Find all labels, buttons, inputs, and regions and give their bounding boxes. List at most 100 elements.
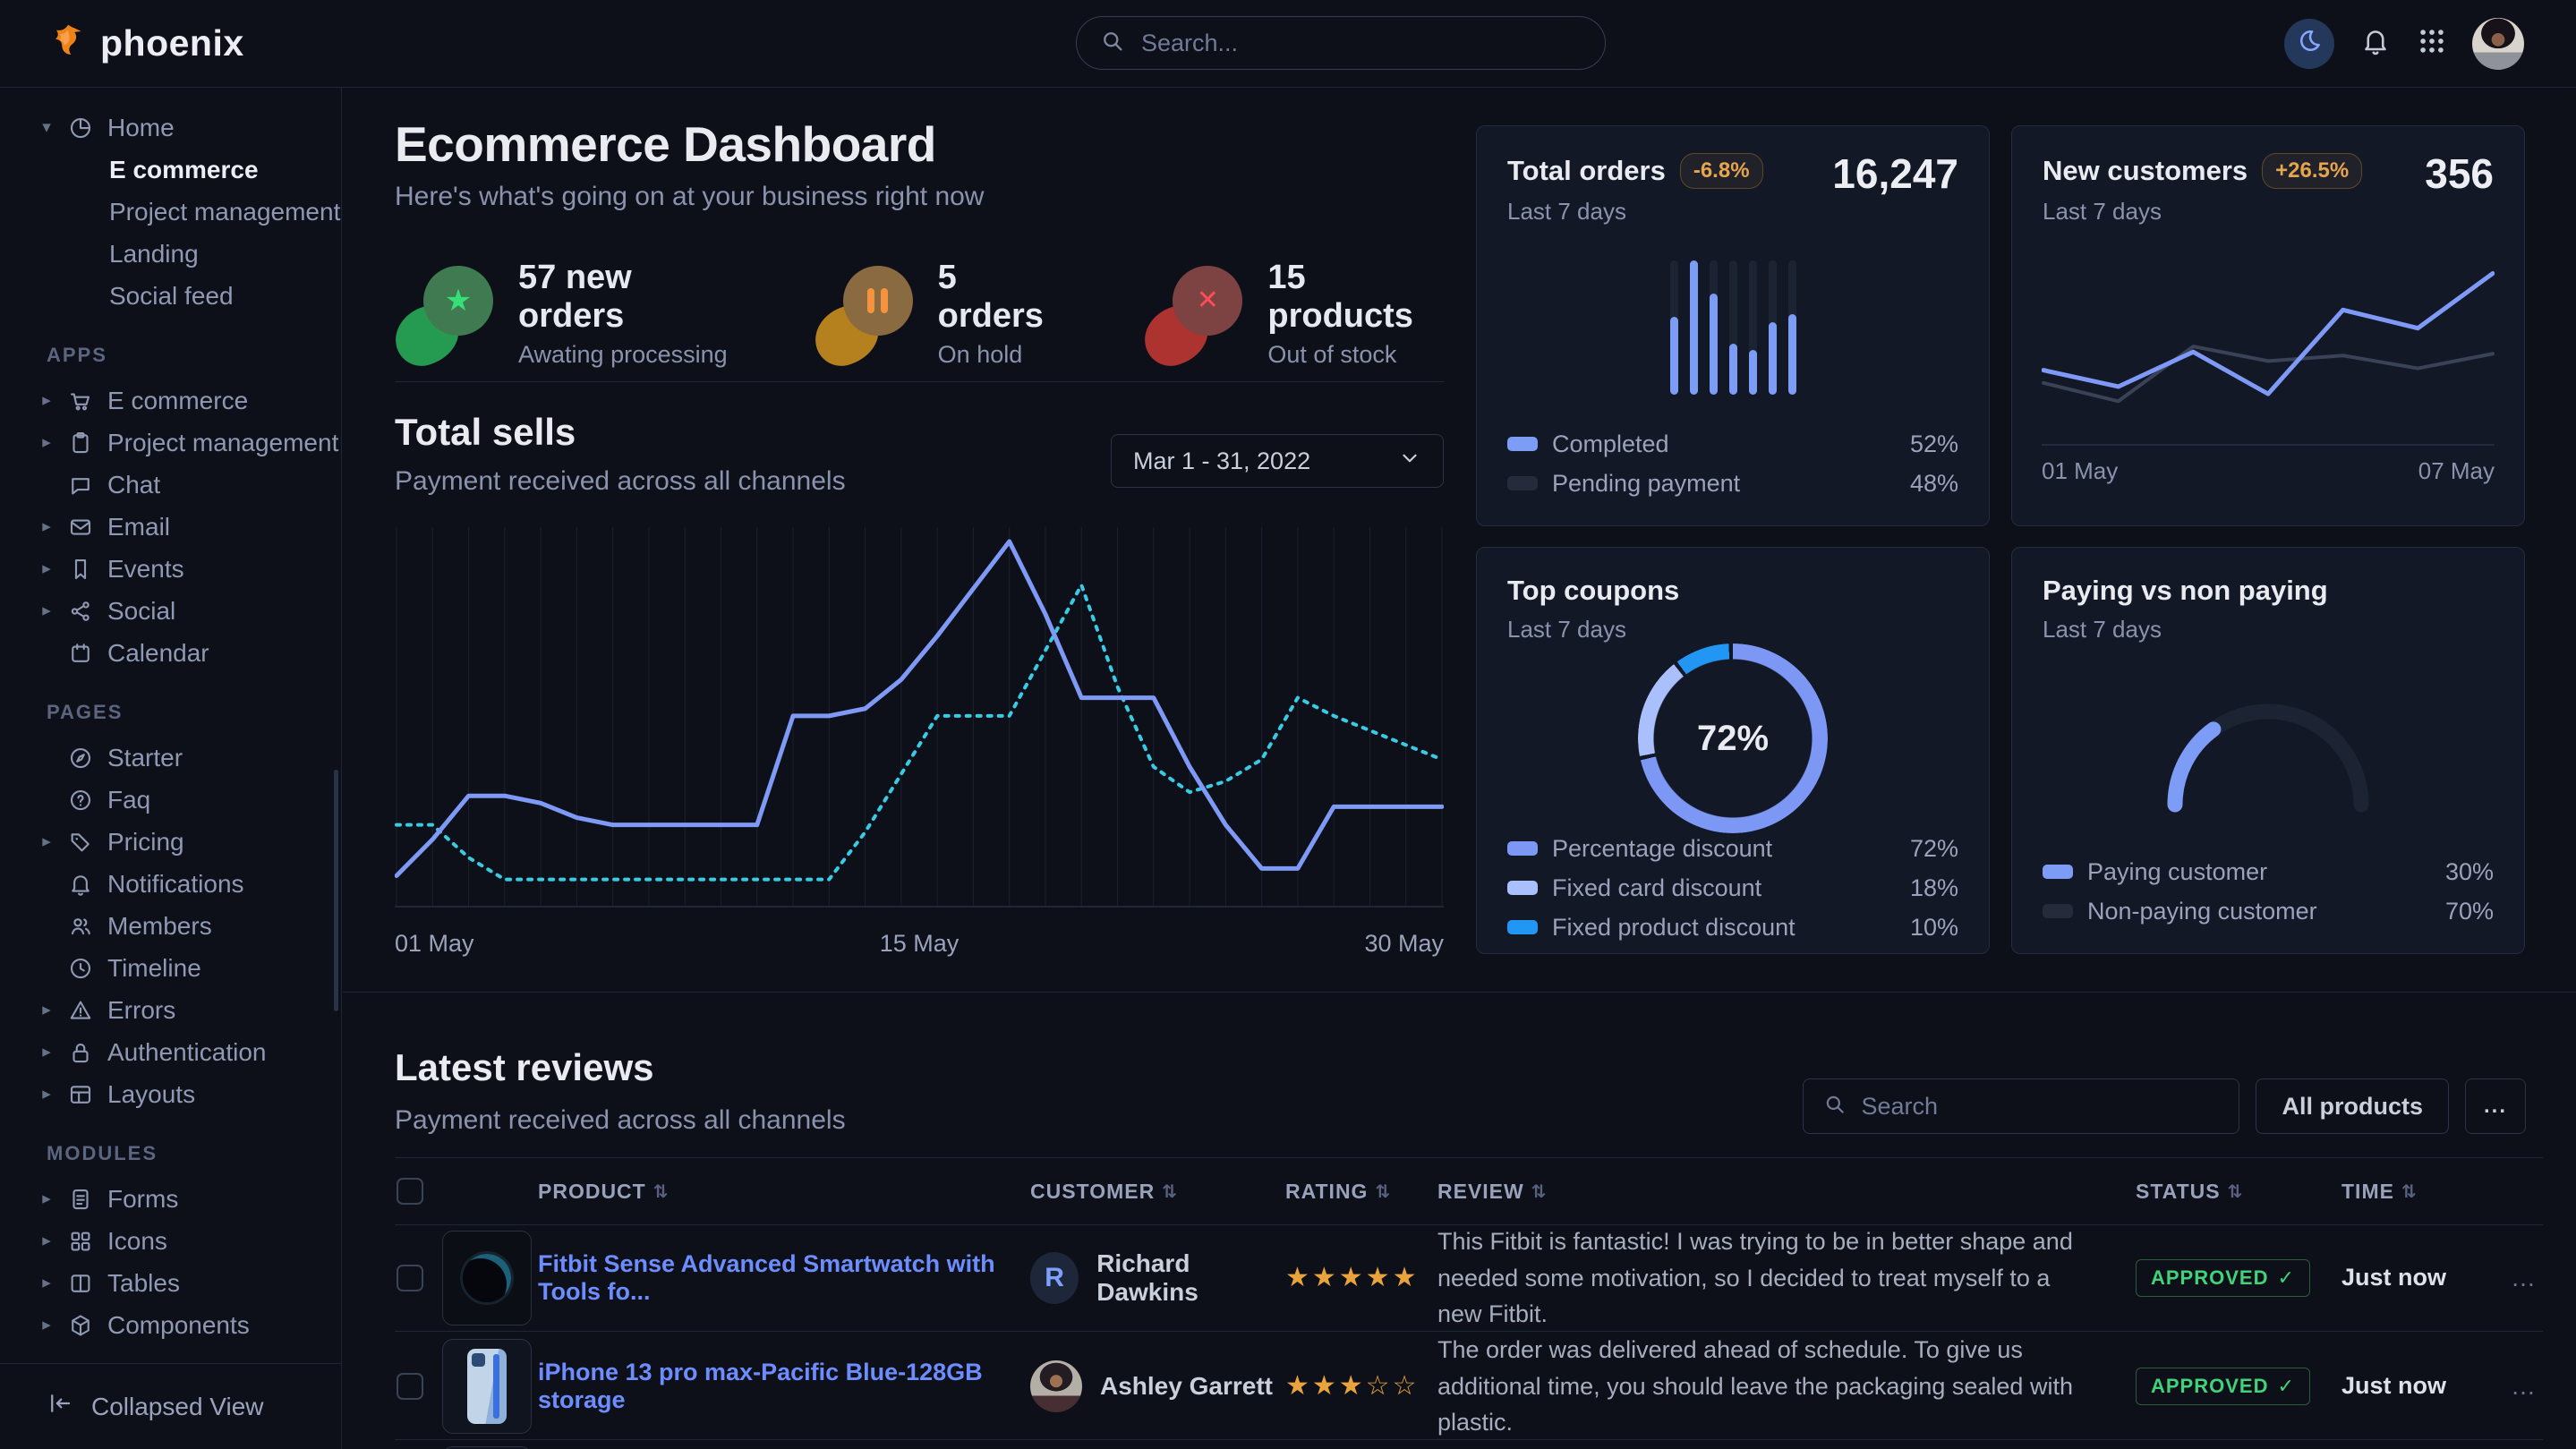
sidebar-item-social[interactable]: ▸Social: [0, 590, 341, 632]
column-header-product[interactable]: PRODUCT⇅: [538, 1180, 1030, 1204]
email-icon: [67, 514, 94, 541]
all-products-button[interactable]: All products: [2256, 1078, 2449, 1134]
card-title: Total orders: [1507, 155, 1666, 187]
row-menu-button[interactable]: …: [2485, 1372, 2543, 1401]
total-sells-chart: [395, 524, 1444, 917]
question-circle-icon: [67, 787, 94, 814]
coupons-legend: Percentage discount72%Fixed card discoun…: [1507, 833, 1958, 942]
sidebar-item-e-commerce[interactable]: E commerce: [0, 149, 341, 191]
checkbox[interactable]: [397, 1178, 423, 1205]
card-title: Top coupons: [1507, 575, 1679, 607]
sidebar-item-project-management[interactable]: ▸Project management: [0, 422, 341, 464]
bell-icon: [2359, 25, 2392, 62]
legend-swatch: [1507, 841, 1538, 856]
sidebar-item-project-management[interactable]: Project management: [0, 191, 341, 233]
row-checkbox[interactable]: [397, 1373, 423, 1400]
file-icon: [67, 1186, 94, 1213]
donut-center-label: 72%: [1697, 719, 1769, 759]
brand-name: phoenix: [100, 22, 244, 64]
sidebar-item-timeline[interactable]: Timeline: [0, 947, 341, 989]
sidebar-item-label: Pricing: [107, 828, 184, 857]
sidebar-item-events[interactable]: ▸Events: [0, 548, 341, 590]
bar-fill: [1690, 260, 1698, 395]
product-link[interactable]: iPhone 13 pro max-Pacific Blue-128GB sto…: [538, 1359, 983, 1413]
sidebar-item-tables[interactable]: ▸Tables: [0, 1262, 341, 1304]
page-title: Ecommerce Dashboard: [395, 115, 936, 173]
more-options-button[interactable]: ...: [2465, 1078, 2526, 1134]
user-avatar[interactable]: [2472, 18, 2524, 70]
sidebar-scrollbar[interactable]: [334, 770, 338, 1011]
sidebar-item-social-feed[interactable]: Social feed: [0, 275, 341, 317]
sidebar-item-icons[interactable]: ▸Icons: [0, 1220, 341, 1262]
nine-dots-icon: [2417, 26, 2447, 61]
customer-name[interactable]: Ashley Garrett: [1100, 1372, 1273, 1401]
customer-avatar[interactable]: [1030, 1360, 1082, 1412]
sidebar-item-authentication[interactable]: ▸Authentication: [0, 1031, 341, 1073]
caret-right-icon: ▸: [39, 1273, 54, 1293]
sidebar: ▾HomeE commerceProject managementLanding…: [0, 87, 342, 1449]
close-icon: ✕: [1173, 266, 1242, 336]
table-row[interactable]: [395, 1440, 2543, 1449]
column-header-time[interactable]: TIME⇅: [2341, 1180, 2485, 1204]
sort-icon[interactable]: ⇅: [2228, 1181, 2244, 1203]
sidebar-item-errors[interactable]: ▸Errors: [0, 989, 341, 1031]
sort-icon[interactable]: ⇅: [2401, 1181, 2418, 1203]
sort-icon[interactable]: ⇅: [653, 1181, 670, 1203]
sort-icon[interactable]: ⇅: [1162, 1181, 1178, 1203]
sort-icon[interactable]: ⇅: [1375, 1181, 1391, 1203]
table-row[interactable]: Fitbit Sense Advanced Smartwatch with To…: [395, 1223, 2543, 1332]
sidebar-item-members[interactable]: Members: [0, 905, 341, 947]
column-header-review[interactable]: REVIEW⇅: [1437, 1180, 2136, 1204]
reviews-search-input[interactable]: [1859, 1092, 2219, 1121]
product-link[interactable]: Fitbit Sense Advanced Smartwatch with To…: [538, 1250, 995, 1305]
sidebar-section-label-pages: PAGES: [0, 674, 341, 737]
search-input[interactable]: [1139, 29, 1582, 58]
customer-avatar[interactable]: R: [1030, 1252, 1079, 1304]
bar-fill: [1769, 322, 1777, 395]
sidebar-item-layouts[interactable]: ▸Layouts: [0, 1073, 341, 1115]
customer-name[interactable]: Richard Dawkins: [1096, 1249, 1285, 1307]
bookmark-icon: [67, 556, 94, 583]
reviews-search[interactable]: [1803, 1078, 2239, 1134]
sidebar-item-email[interactable]: ▸Email: [0, 506, 341, 548]
compass-icon: [67, 745, 94, 771]
new-customers-chart: [2042, 234, 2495, 447]
sidebar-item-landing[interactable]: Landing: [0, 233, 341, 275]
product-thumbnail[interactable]: [442, 1231, 532, 1325]
sidebar-item-faq[interactable]: Faq: [0, 779, 341, 821]
legend-item-percentage-discount: Percentage discount72%: [1507, 833, 1958, 864]
global-search[interactable]: [1076, 16, 1606, 70]
column-label: CUSTOMER: [1030, 1180, 1155, 1204]
column-header-rating[interactable]: RATING⇅: [1285, 1180, 1437, 1204]
column-header-status[interactable]: STATUS⇅: [2136, 1180, 2341, 1204]
sidebar-item-home[interactable]: ▾Home: [0, 107, 341, 149]
product-thumbnail[interactable]: [442, 1339, 532, 1434]
sidebar-item-starter[interactable]: Starter: [0, 737, 341, 779]
row-checkbox[interactable]: [397, 1265, 423, 1291]
paying-legend: Paying customer30%Non-paying customer70%: [2043, 857, 2494, 926]
legend-label: Percentage discount: [1552, 835, 1772, 863]
sidebar-item-calendar[interactable]: Calendar: [0, 632, 341, 674]
sidebar-item-e-commerce[interactable]: ▸E commerce: [0, 379, 341, 422]
tag-icon: [67, 829, 94, 856]
select-all-checkbox[interactable]: [395, 1178, 442, 1205]
row-menu-button[interactable]: …: [2485, 1264, 2543, 1292]
column-header-customer[interactable]: CUSTOMER ⇅: [1030, 1180, 1285, 1204]
change-badge: -6.8%: [1680, 153, 1763, 189]
sidebar-item-chat[interactable]: Chat: [0, 464, 341, 506]
table-row[interactable]: iPhone 13 pro max-Pacific Blue-128GB sto…: [395, 1332, 2543, 1440]
apps-grid-button[interactable]: [2417, 26, 2447, 61]
sort-icon[interactable]: ⇅: [1531, 1181, 1548, 1203]
sidebar-item-components[interactable]: ▸Components: [0, 1304, 341, 1346]
notifications-button[interactable]: [2359, 25, 2392, 62]
brand-logo[interactable]: phoenix: [47, 0, 244, 87]
sidebar-item-label: Faq: [107, 786, 150, 814]
sidebar-item-notifications[interactable]: Notifications: [0, 863, 341, 905]
dark-mode-toggle[interactable]: [2284, 19, 2334, 69]
sidebar-item-forms[interactable]: ▸Forms: [0, 1178, 341, 1220]
star-icon: ★: [423, 266, 493, 336]
sidebar-item-pricing[interactable]: ▸Pricing: [0, 821, 341, 863]
sidebar-item-label: E commerce: [107, 387, 248, 415]
collapsed-view-toggle[interactable]: Collapsed View: [0, 1363, 341, 1449]
date-range-select[interactable]: Mar 1 - 31, 2022: [1111, 434, 1444, 488]
